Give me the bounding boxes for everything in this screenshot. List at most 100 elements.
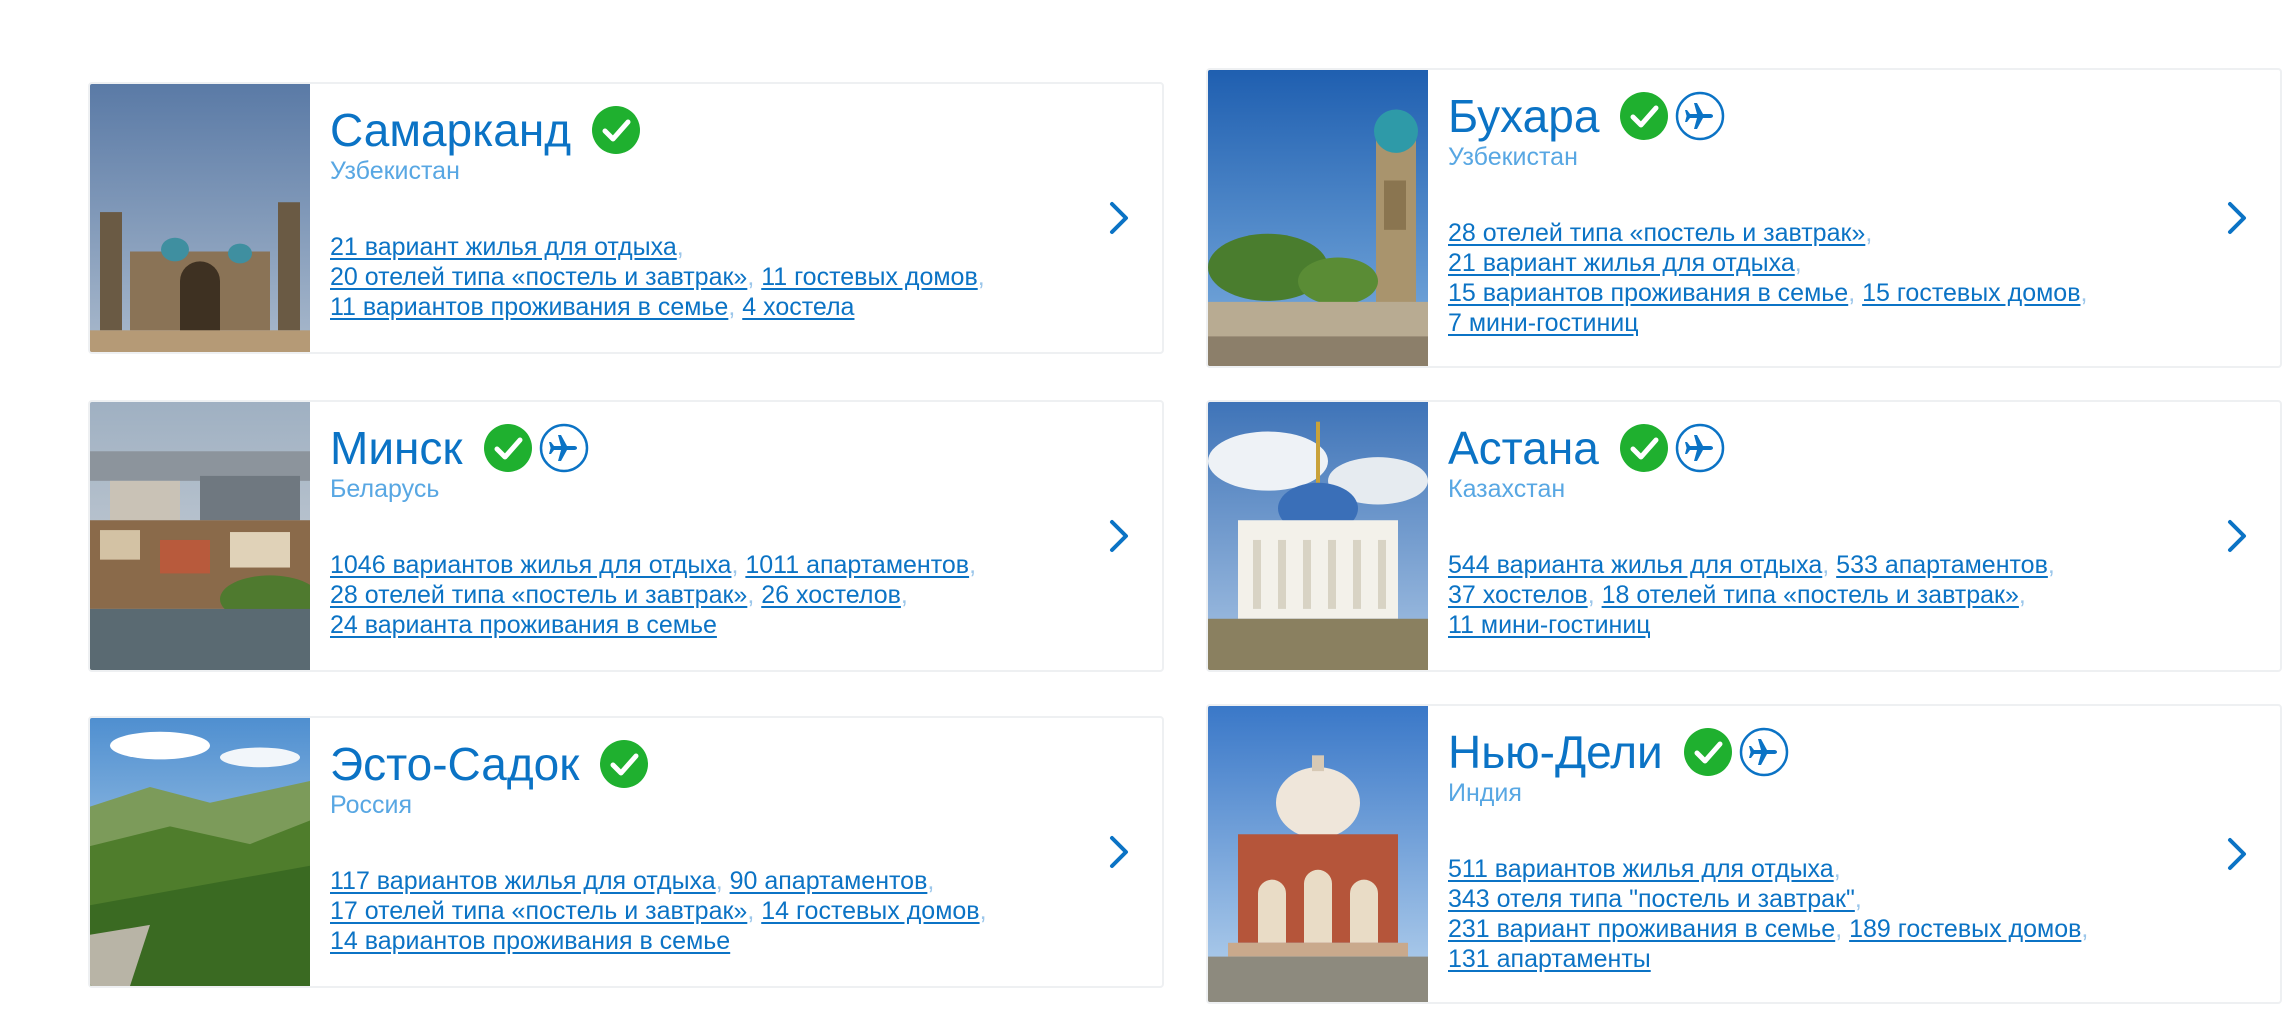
city-name[interactable]: Минск: [330, 420, 463, 476]
destination-card[interactable]: Самарканд Узбекистан 21 вариант жилья для …: [88, 82, 1164, 354]
accommodation-links: 117 вариантов жилья для отдыха, 90 апарт…: [330, 866, 1052, 956]
destination-card[interactable]: Минск Беларусь 1046 вариантов жилья для от…: [88, 400, 1164, 672]
destination-photo[interactable]: [1208, 706, 1428, 1002]
accommodation-link[interactable]: 544 варианта жилья для отдыха: [1448, 551, 1822, 579]
link-line: 24 варианта проживания в семье: [330, 610, 1052, 640]
accommodation-link[interactable]: 131 апартаменты: [1448, 945, 1651, 973]
card-body: Эсто-Садок Россия 117 вариантов жилья для …: [330, 736, 1052, 956]
accommodation-link[interactable]: 11 вариантов проживания в семье: [330, 293, 728, 321]
title-row: Бухара: [1448, 88, 2170, 144]
link-line: 131 апартаменты: [1448, 944, 2170, 974]
title-row: Самарканд: [330, 102, 1052, 158]
chevron-right-icon[interactable]: [2222, 198, 2252, 238]
accommodation-link[interactable]: 37 хостелов: [1448, 581, 1588, 609]
separator: ,: [747, 263, 762, 291]
accommodation-link[interactable]: 28 отелей типа «постель и завтрак»: [1448, 219, 1865, 247]
destination-photo[interactable]: [90, 84, 310, 352]
separator: ,: [969, 551, 977, 579]
link-line: 117 вариантов жилья для отдыха, 90 апарт…: [330, 866, 1052, 896]
accommodation-link[interactable]: 343 отеля типа "постель и завтрак": [1448, 885, 1855, 913]
separator: ,: [731, 551, 746, 579]
separator: ,: [900, 581, 908, 609]
link-line: 21 вариант жилья для отдыха,: [330, 232, 1052, 262]
separator: ,: [715, 867, 730, 895]
city-name[interactable]: Астана: [1448, 420, 1599, 476]
title-row: Нью-Дели: [1448, 724, 2170, 780]
accommodation-link[interactable]: 17 отелей типа «постель и завтрак»: [330, 897, 747, 925]
country-name: Узбекистан: [330, 157, 460, 185]
accommodation-link[interactable]: 231 вариант проживания в семье: [1448, 915, 1835, 943]
separator: ,: [2047, 551, 2055, 579]
country-name: Индия: [1448, 779, 1522, 807]
separator: ,: [979, 897, 987, 925]
city-name[interactable]: Нью-Дели: [1448, 724, 1663, 780]
chevron-right-icon[interactable]: [1104, 516, 1134, 556]
city-name[interactable]: Бухара: [1448, 88, 1599, 144]
accommodation-link[interactable]: 511 вариантов жилья для отдыха: [1448, 855, 1834, 883]
airplane-icon: [1675, 91, 1725, 141]
accommodation-link[interactable]: 14 вариантов проживания в семье: [330, 927, 730, 955]
country-name: Россия: [330, 791, 412, 819]
city-name[interactable]: Самарканд: [330, 102, 571, 158]
separator: ,: [1854, 885, 1862, 913]
accommodation-link[interactable]: 18 отелей типа «постель и завтрак»: [1602, 581, 2019, 609]
link-line: 1046 вариантов жилья для отдыха, 1011 ап…: [330, 550, 1052, 580]
destination-card[interactable]: Астана Казахстан 544 варианта жилья для от…: [1206, 400, 2282, 672]
accommodation-link[interactable]: 21 вариант жилья для отдыха: [1448, 249, 1795, 277]
separator: ,: [1794, 249, 1802, 277]
accommodation-link[interactable]: 117 вариантов жилья для отдыха: [330, 867, 716, 895]
separator: ,: [747, 581, 762, 609]
accommodation-link[interactable]: 15 гостевых домов: [1862, 279, 2080, 307]
accommodation-link[interactable]: 189 гостевых домов: [1849, 915, 2081, 943]
destination-photo[interactable]: [90, 402, 310, 670]
chevron-right-icon[interactable]: [1104, 832, 1134, 872]
destination-photo[interactable]: [90, 718, 310, 986]
chevron-right-icon[interactable]: [2222, 516, 2252, 556]
check-circle-icon: [599, 739, 649, 789]
separator: ,: [1822, 551, 1837, 579]
destination-card[interactable]: Эсто-Садок Россия 117 вариантов жилья для …: [88, 716, 1164, 988]
link-line: 511 вариантов жилья для отдыха,: [1448, 854, 2170, 884]
destination-photo[interactable]: [1208, 402, 1428, 670]
airplane-icon: [1675, 423, 1725, 473]
accommodation-link[interactable]: 15 вариантов проживания в семье: [1448, 279, 1848, 307]
destination-card[interactable]: Нью-Дели Индия 511 вариантов жилья для отд…: [1206, 704, 2282, 1004]
accommodation-link[interactable]: 1011 апартаментов: [745, 551, 969, 579]
city-name[interactable]: Эсто-Садок: [330, 736, 579, 792]
separator: ,: [2080, 279, 2088, 307]
card-body: Минск Беларусь 1046 вариантов жилья для от…: [330, 420, 1052, 640]
link-line: 15 вариантов проживания в семье, 15 гост…: [1448, 278, 2170, 308]
separator: ,: [747, 897, 762, 925]
card-body: Астана Казахстан 544 варианта жилья для от…: [1448, 420, 2170, 640]
chevron-right-icon[interactable]: [2222, 834, 2252, 874]
accommodation-link[interactable]: 28 отелей типа «постель и завтрак»: [330, 581, 747, 609]
check-circle-icon: [1683, 727, 1733, 777]
accommodation-link[interactable]: 14 гостевых домов: [761, 897, 979, 925]
accommodation-link[interactable]: 1046 вариантов жилья для отдыха: [330, 551, 731, 579]
link-line: 21 вариант жилья для отдыха,: [1448, 248, 2170, 278]
accommodation-links: 21 вариант жилья для отдыха, 20 отелей ти…: [330, 232, 1052, 322]
card-body: Бухара Узбекистан 28 отелей типа «постель …: [1448, 88, 2170, 338]
accommodation-link[interactable]: 7 мини-гостиниц: [1448, 309, 1639, 337]
accommodation-link[interactable]: 21 вариант жилья для отдыха: [330, 233, 677, 261]
link-line: 28 отелей типа «постель и завтрак»,: [1448, 218, 2170, 248]
destination-card[interactable]: Бухара Узбекистан 28 отелей типа «постель …: [1206, 68, 2282, 368]
destination-photo[interactable]: [1208, 70, 1428, 366]
accommodation-link[interactable]: 533 апартаментов: [1836, 551, 2048, 579]
link-line: 343 отеля типа "постель и завтрак",: [1448, 884, 2170, 914]
separator: ,: [1865, 219, 1873, 247]
separator: ,: [2081, 915, 2089, 943]
accommodation-link[interactable]: 11 гостевых домов: [761, 263, 978, 291]
link-line: 17 отелей типа «постель и завтрак», 14 г…: [330, 896, 1052, 926]
chevron-right-icon[interactable]: [1104, 198, 1134, 238]
accommodation-link[interactable]: 11 мини-гостиниц: [1448, 611, 1651, 639]
accommodation-link[interactable]: 20 отелей типа «постель и завтрак»: [330, 263, 747, 291]
accommodation-link[interactable]: 90 апартаментов: [730, 867, 928, 895]
card-body: Нью-Дели Индия 511 вариантов жилья для отд…: [1448, 724, 2170, 974]
accommodation-link[interactable]: 24 варианта проживания в семье: [330, 611, 717, 639]
accommodation-links: 511 вариантов жилья для отдыха, 343 отеля…: [1448, 854, 2170, 974]
link-line: 544 варианта жилья для отдыха, 533 апарт…: [1448, 550, 2170, 580]
link-line: 11 вариантов проживания в семье, 4 хосте…: [330, 292, 1052, 322]
accommodation-link[interactable]: 4 хостела: [742, 293, 854, 321]
accommodation-link[interactable]: 26 хостелов: [761, 581, 901, 609]
